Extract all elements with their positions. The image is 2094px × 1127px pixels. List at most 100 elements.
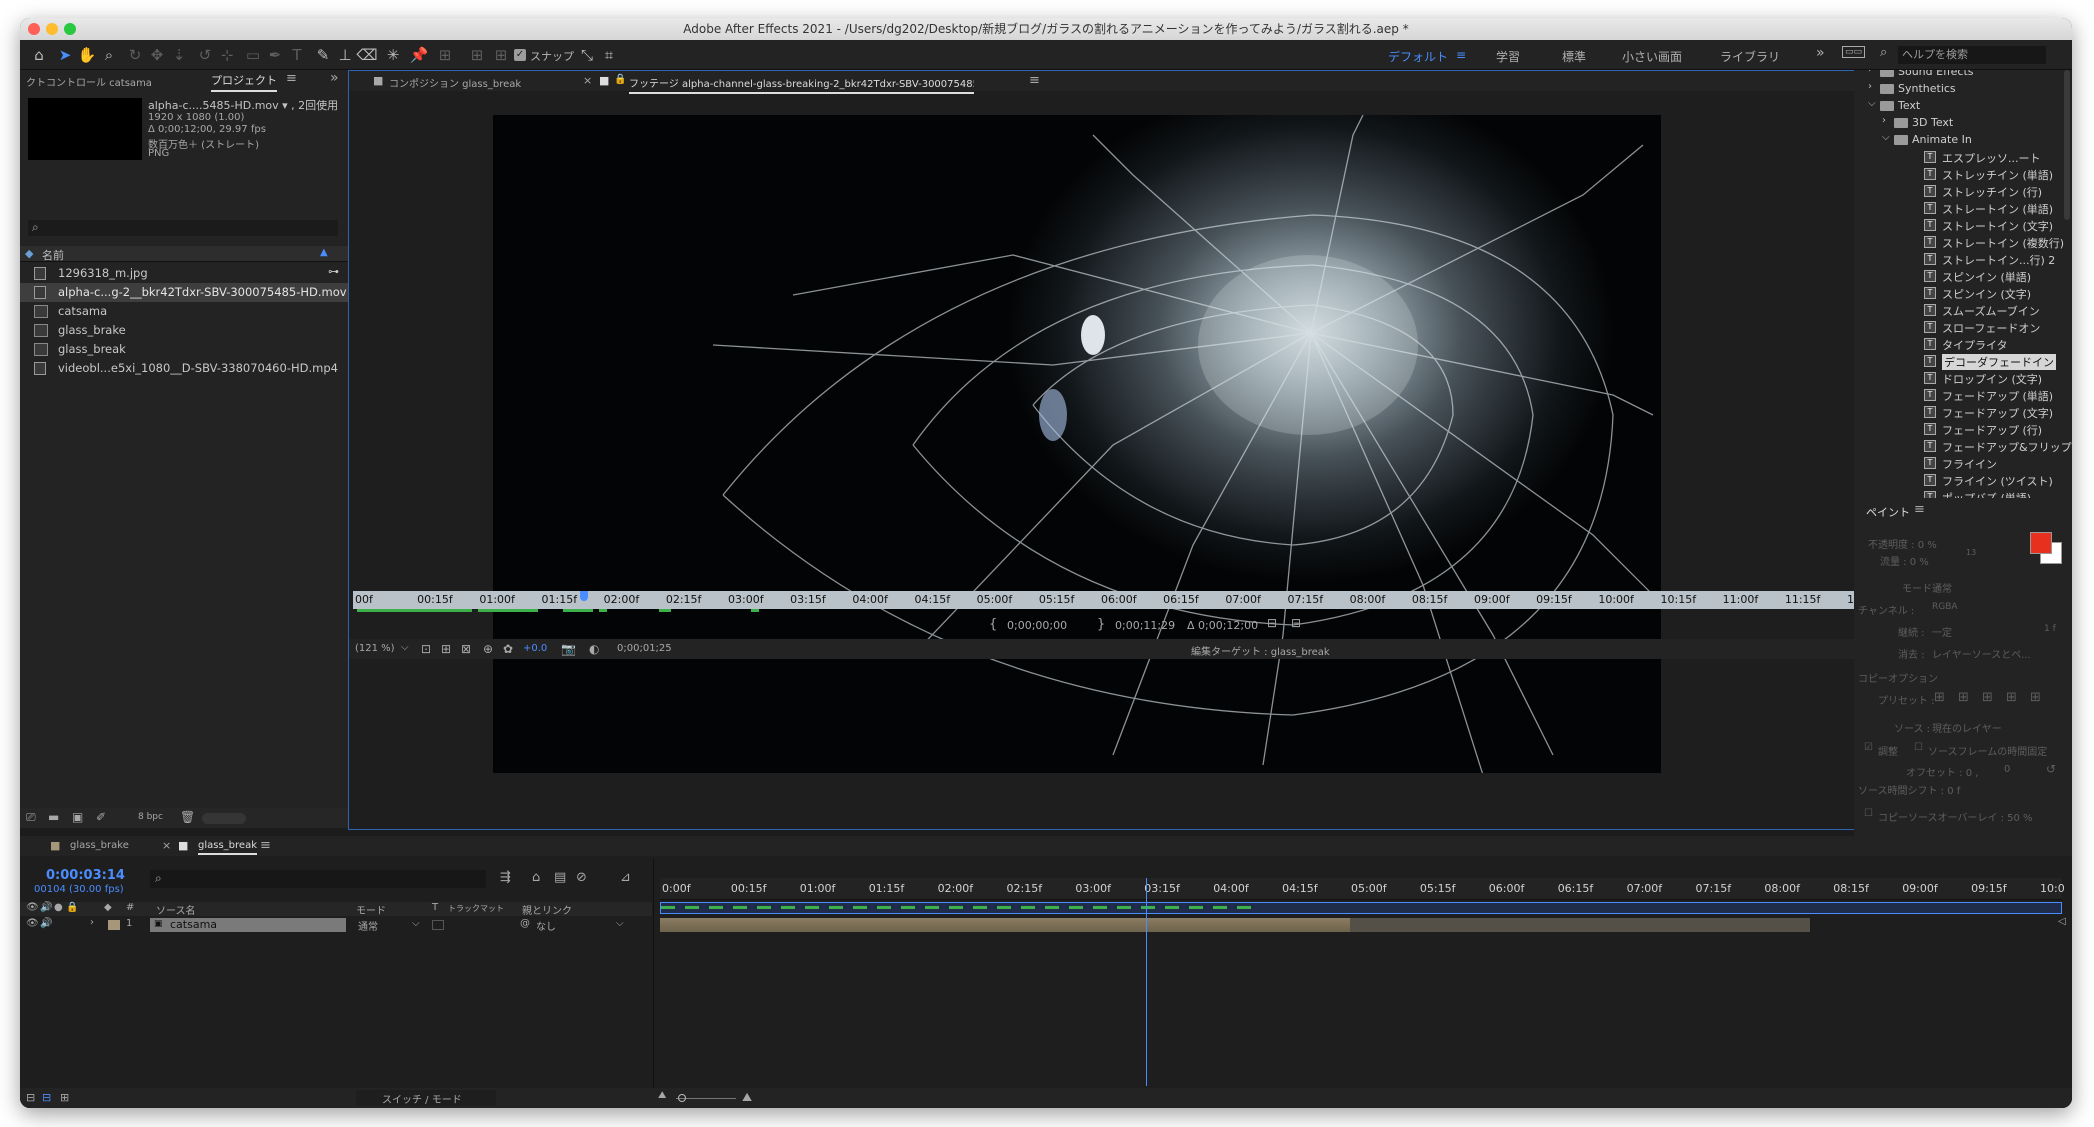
offset-label[interactable]: オフセット : 0 , — [1906, 764, 1978, 779]
comp-mini-flowchart-icon[interactable]: ⇶ — [500, 870, 511, 885]
interpret-footage-icon[interactable]: ⎚ — [26, 810, 36, 825]
source-dropdown[interactable]: 現在のレイヤー — [1932, 720, 2002, 735]
workspace-standard[interactable]: 標準 — [1562, 48, 1586, 65]
chevron-down-icon[interactable]: ⌵ — [412, 918, 420, 929]
layer-duration-bar[interactable] — [660, 918, 1810, 932]
thumbnail-size-slider[interactable] — [202, 813, 246, 824]
zoom-tool-icon[interactable]: ⌕ — [98, 44, 120, 66]
panel-menu-icon[interactable]: ≡ — [286, 71, 297, 86]
zoom-out-icon[interactable]: ⛰ — [658, 1090, 666, 1101]
close-window-button[interactable] — [28, 23, 40, 35]
tab-glass-break[interactable]: glass_break — [198, 840, 257, 855]
project-item-selected[interactable]: alpha-c...g-2__bkr42Tdxr-SBV-300075485-H… — [20, 283, 362, 302]
ripple-insert-icon[interactable]: ⊟ — [1267, 616, 1277, 630]
video-switch-icon[interactable]: 👁 — [26, 902, 39, 913]
snapshot-icon[interactable]: 📷 — [561, 642, 576, 656]
zoom-slider-thumb[interactable] — [678, 1094, 686, 1102]
flow-label[interactable]: 流量 : 0 % — [1880, 553, 1929, 568]
tab-footage[interactable]: フッテージ alpha-channel-glass-breaking-2_bkr… — [629, 75, 974, 94]
anchor-tool-icon[interactable]: ⊹ — [216, 44, 238, 66]
channel-dropdown[interactable]: RGBA — [1932, 602, 1958, 612]
world-axis-icon[interactable]: ⊞ — [466, 44, 488, 66]
mode-header[interactable]: モード — [356, 902, 386, 917]
timeline-playhead[interactable] — [1146, 878, 1148, 1086]
draft-3d-icon[interactable]: ⌂ — [532, 870, 540, 885]
chevron-right-icon[interactable]: › — [1868, 70, 1872, 75]
overlay-edit-icon[interactable]: ⊟ — [1291, 616, 1301, 630]
help-search-input[interactable]: ヘルプを検索 — [1898, 46, 2046, 64]
duration-frames[interactable]: 1 f — [2044, 624, 2056, 634]
graph-editor-icon[interactable]: ⊿ — [620, 870, 631, 885]
lock-time-checkbox[interactable]: ☐ — [1914, 742, 1923, 753]
foreground-color-swatch-top[interactable] — [2030, 532, 2052, 554]
rectangle-tool-icon[interactable]: ▭ — [242, 44, 264, 66]
orbit-tool-icon[interactable]: ↻ — [124, 44, 146, 66]
label-tag-icon[interactable]: ◆ — [104, 902, 112, 913]
workspace-menu-icon[interactable]: ≡ — [1456, 48, 1466, 62]
frame-blending-icon[interactable]: ⊘ — [576, 870, 587, 885]
show-snapshot-icon[interactable]: ◐ — [589, 642, 599, 656]
current-timecode[interactable]: 0;00;01;25 — [617, 643, 672, 654]
clone-preset-5-icon[interactable]: ⊞ — [2030, 690, 2041, 705]
parent-link-header[interactable]: 親とリンク — [522, 902, 572, 917]
tab-effect-controls[interactable]: クトコントロール catsama — [26, 74, 152, 89]
audio-switch-icon[interactable]: 🔊 — [40, 902, 52, 913]
offset-y-value[interactable]: 0 — [2004, 764, 2010, 775]
lock-icon[interactable]: 🔒 — [614, 74, 626, 85]
transparency-grid-icon[interactable]: ⊕ — [483, 642, 493, 656]
toggle-switches-modes-button[interactable]: スイッチ / モード — [356, 1090, 496, 1106]
dolly-tool-icon[interactable]: ⇣ — [168, 44, 190, 66]
text-tool-icon[interactable]: T — [286, 44, 308, 66]
exposure-value[interactable]: +0.0 — [523, 643, 547, 654]
set-in-icon[interactable]: { — [989, 617, 997, 632]
duration-dropdown[interactable]: 一定 — [1932, 624, 1952, 639]
layer-name-field[interactable]: ▣ catsama — [150, 918, 346, 932]
layer-row[interactable]: 👁 🔊 › 1 ▣ catsama 通常 ⌵ @ なし ⌵ — [20, 917, 652, 933]
solo-switch-icon[interactable]: ● — [54, 902, 63, 913]
adjust-project-icon[interactable]: ✐ — [96, 810, 106, 824]
clone-preset-3-icon[interactable]: ⊞ — [1982, 690, 1993, 705]
project-search-input[interactable]: ⌕ — [28, 220, 338, 236]
snap-feature-icon[interactable]: ⌗ — [598, 44, 620, 66]
snap-checkbox[interactable]: ✓ — [514, 49, 526, 61]
chevron-down-icon[interactable]: ⌵ — [1868, 98, 1876, 109]
selection-tool-icon[interactable]: ➤ — [54, 44, 76, 66]
rotate-tool-icon[interactable]: ↺ — [194, 44, 216, 66]
bit-depth-button[interactable]: 8 bpc — [138, 812, 163, 822]
viewer-time-ruler[interactable]: 00f 00:15f 01:00f 01:15f 02:00f 02:15f 03:00f 0… — [353, 591, 1865, 609]
source-name-header[interactable]: ソース名 — [156, 902, 196, 917]
fit-view-icon[interactable]: ⊡ — [421, 642, 431, 656]
workspace-libraries[interactable]: ライブラリ — [1720, 48, 1780, 65]
viewer-playhead[interactable] — [579, 591, 588, 601]
current-time-display[interactable]: 0:00:03:14 — [46, 868, 125, 883]
view-axis-icon[interactable]: ⊞ — [490, 44, 512, 66]
opacity-label[interactable]: 不透明度 : 0 % — [1868, 536, 1937, 551]
workspace-default[interactable]: デフォルト — [1388, 48, 1448, 65]
name-column-header[interactable]: 名前 — [42, 247, 64, 263]
paint-menu-icon[interactable]: ≡ — [1914, 502, 1925, 517]
sort-ascending-icon[interactable]: ▲ — [320, 247, 328, 258]
brush-tool-icon[interactable]: ✎ — [312, 44, 334, 66]
source-time-shift[interactable]: ソース時間シフト : 0 f — [1858, 782, 1960, 797]
expand-layer-icon[interactable]: › — [90, 917, 94, 928]
close-tab-icon[interactable]: × — [583, 74, 592, 87]
new-folder-icon[interactable]: ▬ — [48, 810, 59, 824]
project-item[interactable]: glass_brake — [20, 321, 362, 340]
effects-scrollbar[interactable] — [2064, 70, 2070, 220]
zoom-window-button[interactable] — [64, 23, 76, 35]
clone-preset-4-icon[interactable]: ⊞ — [2006, 690, 2017, 705]
shy-layers-icon[interactable]: ▤ — [554, 870, 566, 885]
safe-margins-icon[interactable]: ⊞ — [441, 642, 451, 656]
mode-dropdown[interactable]: 通常 — [1932, 580, 1952, 595]
local-axis-icon[interactable]: ⊞ — [434, 44, 456, 66]
workspace-learn[interactable]: 学習 — [1496, 48, 1520, 65]
expand-panel-icon[interactable]: » — [330, 70, 339, 86]
erase-dropdown[interactable]: レイヤーソースとペ... — [1932, 646, 2031, 661]
in-out-columns-icon[interactable]: ⊞ — [60, 1091, 69, 1104]
chevron-down-icon[interactable]: ⌵ — [616, 918, 624, 929]
aligned-checkbox[interactable]: ☑ — [1864, 742, 1873, 753]
eraser-tool-icon[interactable]: ⌫ — [356, 44, 378, 66]
tab-project[interactable]: プロジェクト — [211, 72, 277, 92]
device-icon[interactable]: ▭▭ — [1842, 46, 1866, 58]
viewer-menu-icon[interactable]: ≡ — [1029, 73, 1040, 88]
